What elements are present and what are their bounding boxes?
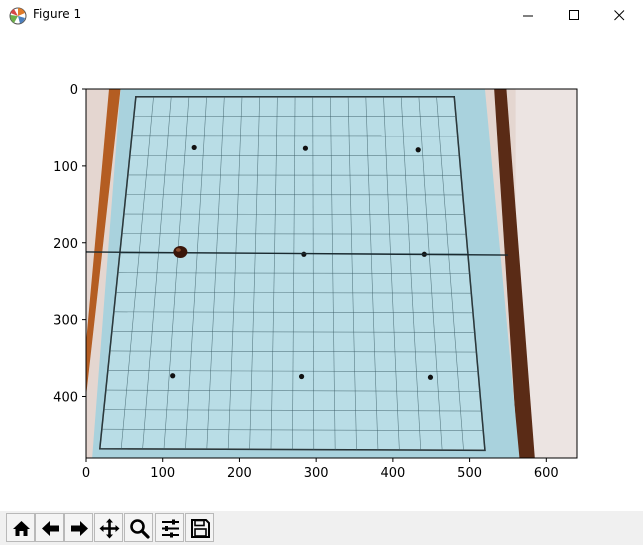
zoom-button[interactable] — [124, 513, 153, 542]
x-tick-label: 200 — [227, 466, 252, 481]
window-title: Figure 1 — [33, 7, 82, 21]
go-stone — [173, 245, 188, 258]
maximize-icon — [569, 10, 579, 20]
x-tick-label: 0 — [82, 466, 90, 481]
home-icon — [13, 521, 30, 536]
pan-move-icon — [99, 518, 120, 539]
y-tick-label: 200 — [53, 237, 78, 252]
star-point — [191, 144, 197, 151]
x-tick-label: 300 — [304, 466, 329, 481]
save-button[interactable] — [185, 513, 214, 542]
x-tick-label: 500 — [457, 466, 482, 481]
y-tick-label: 300 — [53, 314, 78, 329]
y-tick-label: 100 — [53, 160, 78, 175]
navigation-toolbar — [0, 511, 643, 545]
plot-area: 0 100 200 300 400 500 600 0 100 200 300 400 — [53, 83, 578, 481]
home-button[interactable] — [6, 513, 35, 542]
window-titlebar: Figure 1 — [0, 0, 643, 32]
x-tick-label: 600 — [534, 466, 559, 481]
close-button[interactable] — [597, 0, 643, 31]
forward-arrow-icon — [71, 521, 88, 536]
go-stone-highlight — [175, 248, 181, 252]
star-point — [301, 251, 307, 257]
y-tick-label: 0 — [70, 83, 78, 98]
forward-button[interactable] — [64, 513, 93, 542]
pan-button[interactable] — [94, 513, 123, 542]
star-point — [170, 373, 176, 379]
y-tick-label: 400 — [53, 391, 78, 406]
star-point — [298, 373, 305, 380]
star-point — [427, 374, 434, 380]
save-floppy-icon — [191, 519, 210, 538]
zoom-magnifier-icon — [130, 519, 150, 539]
configure-subplots-button[interactable] — [155, 513, 184, 542]
go-board-image — [85, 89, 577, 458]
star-point — [415, 147, 421, 153]
back-button[interactable] — [35, 513, 64, 542]
figure-canvas: 0 100 200 300 400 500 600 0 100 200 300 400 — [0, 31, 643, 511]
x-tick-label: 100 — [150, 466, 175, 481]
maximize-button[interactable] — [552, 0, 598, 31]
configure-subplots-icon — [162, 519, 179, 538]
minimize-icon — [523, 15, 533, 17]
matplotlib-logo-icon — [9, 7, 27, 25]
minimize-button[interactable] — [506, 0, 552, 31]
star-point — [302, 145, 309, 151]
back-arrow-icon — [42, 521, 59, 536]
close-icon — [614, 10, 625, 21]
x-tick-label: 400 — [380, 466, 405, 481]
